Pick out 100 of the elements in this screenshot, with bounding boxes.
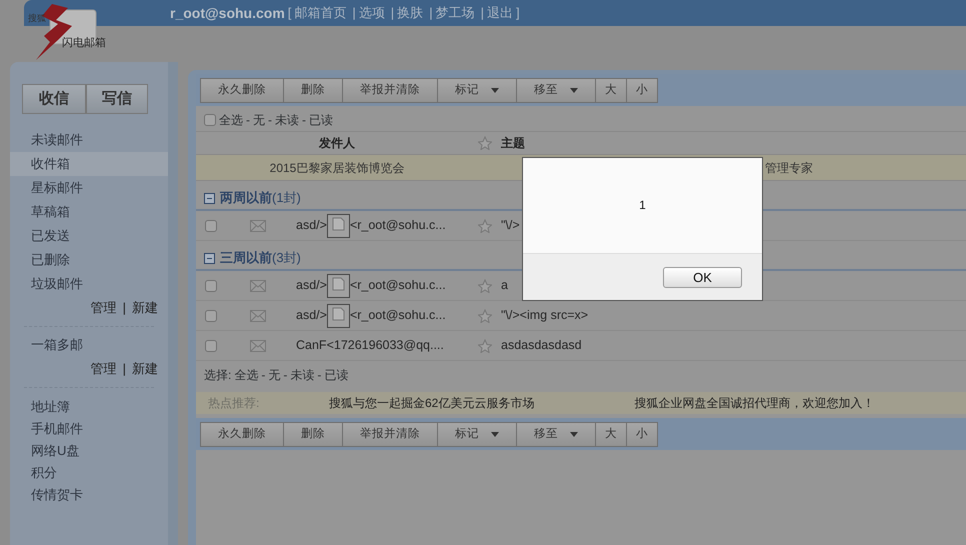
select-label: 选择: bbox=[204, 367, 232, 384]
select-link[interactable]: 全选 bbox=[234, 366, 258, 384]
toolbar-button[interactable]: 小 bbox=[626, 78, 658, 103]
toolbar-button[interactable]: 移至 bbox=[516, 78, 596, 103]
ad-link[interactable]: 管理专家 bbox=[765, 158, 813, 176]
star-icon bbox=[478, 278, 492, 292]
toolbar-button[interactable]: 移至 bbox=[516, 422, 596, 447]
column-header: 主题 bbox=[501, 135, 525, 152]
separator: | bbox=[122, 299, 126, 318]
select-link[interactable]: 未读 bbox=[275, 111, 299, 129]
sidebar-item[interactable]: 网络U盘 bbox=[10, 440, 168, 462]
caret-icon bbox=[491, 432, 499, 437]
separator: | bbox=[122, 360, 126, 378]
select-link[interactable]: 全选 bbox=[219, 111, 243, 129]
folder-item[interactable]: 一箱多邮 bbox=[10, 333, 168, 357]
ok-button[interactable]: OK bbox=[663, 266, 742, 288]
separator: - bbox=[317, 367, 322, 384]
logo-text: 闪电邮箱 bbox=[62, 35, 106, 51]
folder-item[interactable]: 收件箱 bbox=[10, 152, 168, 176]
sender-text: <r_oot@sohu.c... bbox=[350, 307, 446, 324]
folder-item[interactable]: 已删除 bbox=[10, 248, 168, 272]
envelope-icon bbox=[250, 280, 266, 292]
mail-button[interactable]: 收信 bbox=[22, 84, 86, 114]
toolbar-button[interactable]: 标记 bbox=[437, 78, 517, 103]
star-icon bbox=[478, 218, 492, 232]
toolbar-button[interactable]: 永久删除 bbox=[200, 78, 284, 103]
folder-link[interactable]: 新建 bbox=[132, 298, 158, 318]
toolbar-button[interactable]: 大 bbox=[595, 78, 627, 103]
bracket: [ bbox=[288, 4, 292, 22]
toolbar-button[interactable]: 举报并清除 bbox=[342, 422, 438, 447]
column-header: 发件人 bbox=[319, 136, 355, 150]
logo-text: 搜狐 bbox=[28, 12, 46, 25]
separator: - bbox=[302, 112, 306, 129]
bracket: ] bbox=[516, 4, 520, 22]
mail-button[interactable]: 写信 bbox=[86, 84, 148, 114]
folder-link[interactable]: 管理 bbox=[90, 359, 117, 379]
toolbar-button[interactable]: 小 bbox=[626, 422, 658, 447]
toolbar-button[interactable]: 删除 bbox=[283, 422, 343, 447]
nav-link[interactable]: 梦工场 bbox=[436, 3, 475, 23]
dialog-message: 1 bbox=[638, 197, 647, 214]
hot-link[interactable]: 搜狐企业网盘全国诚招代理商，欢迎您加入！ bbox=[634, 394, 874, 412]
nav-link[interactable]: 选项 bbox=[358, 3, 385, 23]
folder-item[interactable]: 未读邮件 bbox=[10, 128, 168, 152]
toolbar-button[interactable]: 标记 bbox=[437, 422, 517, 447]
star-icon bbox=[478, 136, 492, 150]
toolbar-button[interactable]: 删除 bbox=[283, 78, 343, 103]
caret-icon bbox=[570, 88, 578, 93]
subject-text[interactable]: "\/><img src=x> bbox=[501, 306, 588, 325]
caret-icon bbox=[570, 432, 578, 437]
select-link[interactable]: 已读 bbox=[324, 366, 348, 384]
checkbox[interactable] bbox=[204, 114, 216, 126]
group-title[interactable]: 两周以前(1封) bbox=[220, 188, 301, 208]
separator: | bbox=[390, 4, 394, 22]
checkbox[interactable] bbox=[205, 280, 217, 292]
envelope-icon bbox=[250, 340, 266, 352]
sender-text: CanF<1726196033@qq.... bbox=[296, 337, 444, 354]
sidebar-item[interactable]: 手机邮件 bbox=[10, 418, 168, 440]
folder-item[interactable]: 星标邮件 bbox=[10, 176, 168, 200]
email-address: r_oot@sohu.com bbox=[170, 4, 285, 22]
select-link[interactable]: 无 bbox=[253, 111, 265, 129]
envelope-icon bbox=[250, 310, 266, 322]
hot-link[interactable]: 搜狐与您一起掘金62亿美元云服务市场 bbox=[329, 394, 534, 412]
separator: - bbox=[246, 112, 250, 129]
separator: - bbox=[283, 367, 288, 384]
sender-text: <r_oot@sohu.c... bbox=[350, 217, 446, 234]
nav-link[interactable]: 换肤 bbox=[397, 3, 424, 23]
select-link[interactable]: 无 bbox=[268, 366, 280, 384]
toolbar-button[interactable]: 永久删除 bbox=[200, 422, 284, 447]
sender-text: asd/> bbox=[296, 307, 327, 324]
group-title[interactable]: 三周以前(3封) bbox=[220, 248, 301, 268]
folder-item[interactable]: 已发送 bbox=[10, 224, 168, 248]
nav-link[interactable]: 邮箱首页 bbox=[294, 3, 346, 23]
select-link[interactable]: 未读 bbox=[290, 366, 314, 384]
nav-link[interactable]: 退出 bbox=[486, 3, 513, 23]
envelope-icon bbox=[250, 220, 266, 232]
subject-text[interactable]: asdasdasdasd bbox=[501, 336, 582, 355]
checkbox[interactable] bbox=[205, 310, 217, 322]
subject-text[interactable]: a bbox=[501, 276, 508, 295]
folder-link[interactable]: 新建 bbox=[132, 359, 158, 379]
select-link[interactable]: 已读 bbox=[309, 111, 333, 129]
caret-icon bbox=[491, 88, 499, 93]
folder-item[interactable]: 垃圾邮件 bbox=[10, 272, 168, 296]
subject-text[interactable]: "\/> bbox=[501, 216, 520, 235]
sidebar-item[interactable]: 积分 bbox=[10, 462, 168, 484]
separator: - bbox=[261, 367, 266, 384]
separator: | bbox=[352, 4, 356, 22]
separator: | bbox=[480, 4, 484, 22]
ad-link[interactable]: 2015巴黎家居装饰博览会 bbox=[270, 160, 404, 174]
star-icon bbox=[478, 308, 492, 322]
folder-item[interactable]: 草稿箱 bbox=[10, 200, 168, 224]
sidebar-item[interactable]: 地址簿 bbox=[10, 396, 168, 418]
sidebar-item[interactable]: 传情贺卡 bbox=[10, 484, 168, 506]
sender-text: <r_oot@sohu.c... bbox=[350, 277, 446, 294]
checkbox[interactable] bbox=[205, 220, 217, 232]
folder-link[interactable]: 管理 bbox=[90, 298, 117, 318]
toolbar-button[interactable]: 大 bbox=[595, 422, 627, 447]
separator: - bbox=[268, 112, 272, 129]
toolbar-button[interactable]: 举报并清除 bbox=[342, 78, 438, 103]
checkbox[interactable] bbox=[205, 340, 217, 352]
sender-text: asd/> bbox=[296, 277, 327, 294]
